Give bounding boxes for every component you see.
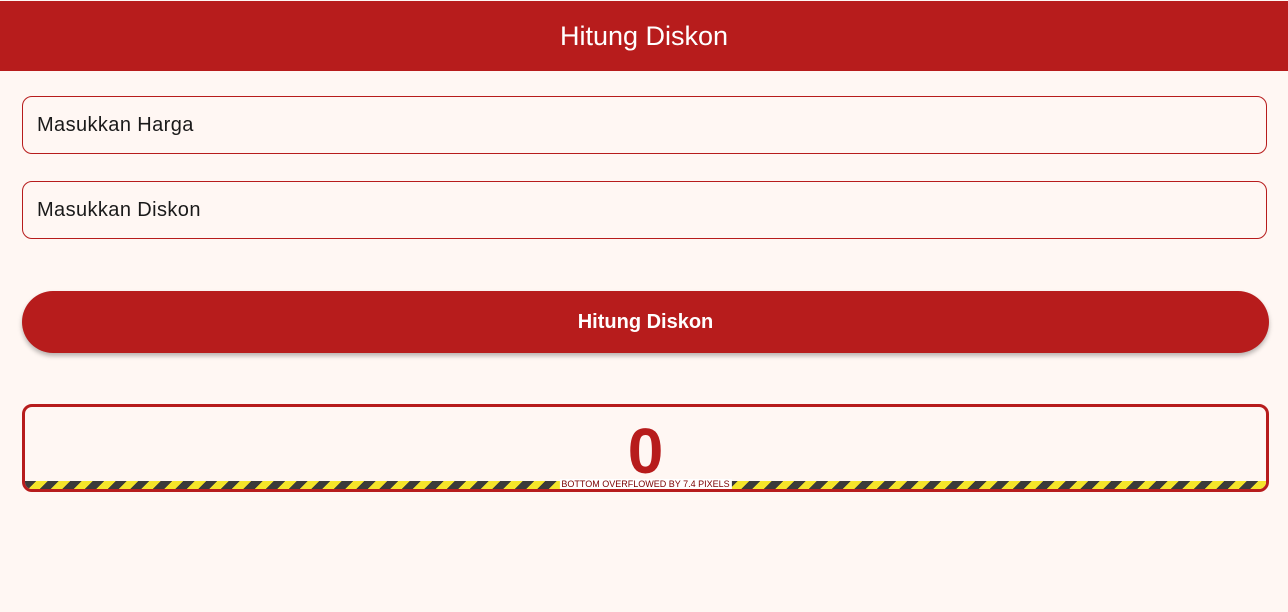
harga-field[interactable]: [22, 96, 1267, 154]
app-bar-title: Hitung Diskon: [559, 20, 729, 51]
hitung-diskon-button-label: Hitung Diskon: [577, 310, 714, 333]
result-value: 0: [627, 415, 664, 487]
app-bar: Hitung Diskon: [0, 1, 1288, 71]
hitung-diskon-button[interactable]: Hitung Diskon: [22, 291, 1269, 353]
result-card: 0 BOTTOM OVERFLOWED BY 7.4 PIXELS: [22, 404, 1269, 492]
harga-input[interactable]: [23, 97, 1266, 153]
overflow-warning-label: BOTTOM OVERFLOWED BY 7.4 PIXELS: [559, 479, 732, 489]
diskon-input[interactable]: [23, 182, 1266, 238]
diskon-field[interactable]: [22, 181, 1267, 239]
